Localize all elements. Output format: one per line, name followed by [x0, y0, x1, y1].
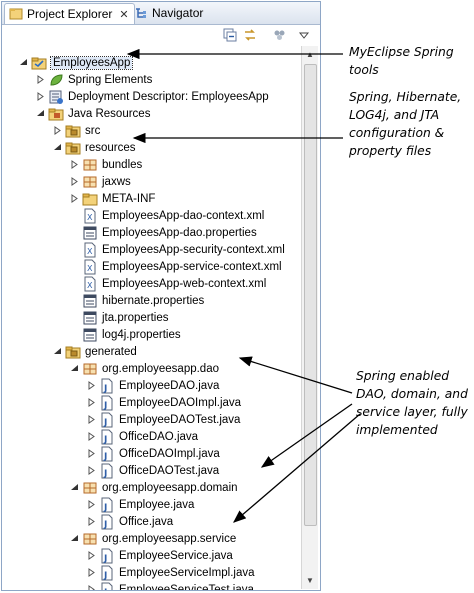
- arrow-to-dao: [238, 356, 353, 394]
- annotation-arrows: [126, 48, 361, 523]
- arrow-to-domain: [260, 403, 353, 468]
- arrow-to-service: [233, 413, 361, 523]
